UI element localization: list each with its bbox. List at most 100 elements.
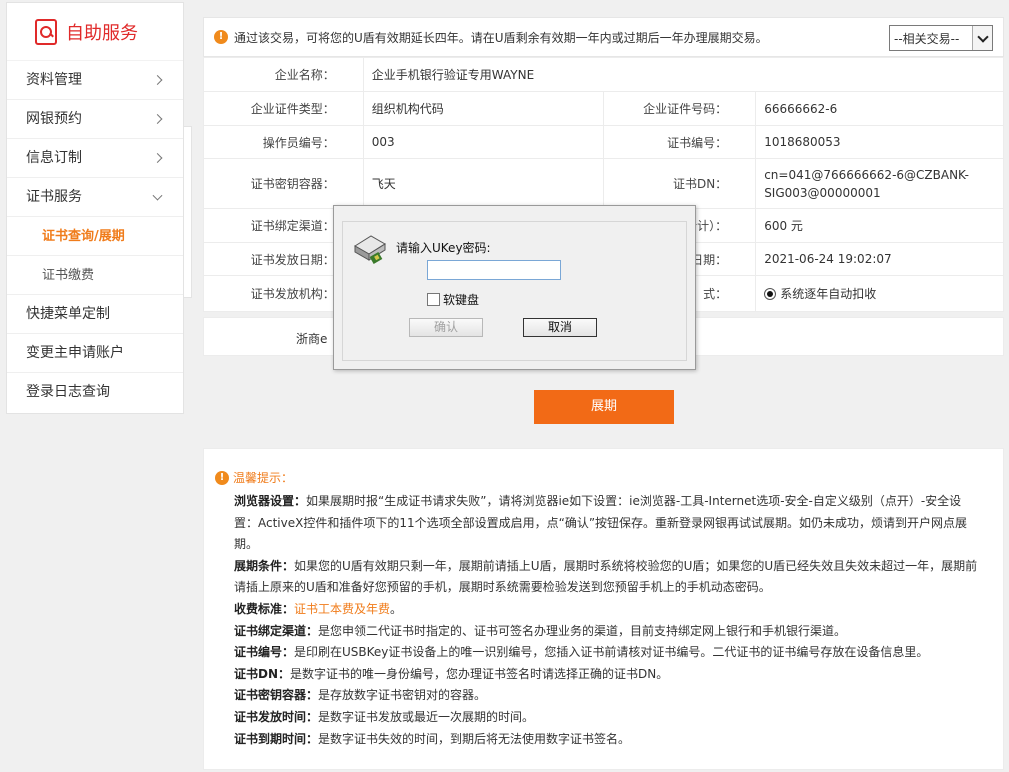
self-service-icon bbox=[35, 18, 57, 45]
sidebar-item-label: 网银预约 bbox=[26, 111, 82, 127]
dn-value-line: SIG003@00000001 bbox=[764, 185, 881, 200]
tip-text: 是数字证书发放或最近一次展期的时间。 bbox=[318, 709, 535, 724]
tip-heading: 证书到期时间： bbox=[234, 731, 319, 746]
table-row: 证书密钥容器： 飞天 证书DN： cn=041@766666662-6@CZBA… bbox=[203, 158, 1004, 209]
tip-text: 是印刷在USBKey证书设备上的唯一识别编号，您插入证书前请核对证书编号。二代证… bbox=[294, 645, 929, 660]
operator-label: 操作员编号： bbox=[203, 125, 364, 159]
cert-id-label: 证书编号： bbox=[603, 125, 757, 159]
tip-expire-time: 证书到期时间：是数字证书失效的时间，到期后将无法使用数字证书签名。 bbox=[234, 729, 982, 751]
sidebar-item-change-account[interactable]: 变更主申请账户 bbox=[7, 334, 183, 373]
tip-heading: 证书绑定渠道： bbox=[234, 623, 319, 638]
chevron-right-icon bbox=[152, 75, 163, 85]
expire-date-value: 2021-06-24 19:02:07 bbox=[755, 242, 1004, 276]
tips-panel: ! 温馨提示： 浏览器设置：如果展期时报“生成证书请求失败”，请将浏览器ie如下… bbox=[203, 448, 1004, 770]
notice-text: 通过该交易，可将您的U盾有效期延长四年。请在U盾剩余有效期一年内或过期后一年办理… bbox=[234, 30, 768, 45]
radio-selected-icon[interactable] bbox=[764, 288, 777, 300]
confirm-button[interactable]: 确认 bbox=[409, 318, 483, 337]
cert-type-label: 企业证件类型： bbox=[203, 91, 364, 126]
tips-body: 浏览器设置：如果展期时报“生成证书请求失败”，请将浏览器ie如下设置：ie浏览器… bbox=[234, 491, 982, 750]
tip-text: 是数字证书的唯一身份编号，您办理证书签名时请选择正确的证书DN。 bbox=[290, 666, 669, 681]
company-name-value: 企业手机银行验证专用WAYNE bbox=[362, 57, 1005, 92]
cert-no-value: 66666662-6 bbox=[755, 91, 1004, 126]
chevron-down-icon[interactable] bbox=[972, 26, 992, 50]
sidebar-item-subscription[interactable]: 信息订制 bbox=[7, 139, 183, 178]
operator-value: 003 bbox=[362, 125, 605, 159]
tip-cert-dn: 证书DN：是数字证书的唯一身份编号，您办理证书签名时请选择正确的证书DN。 bbox=[234, 664, 982, 686]
sidebar-item-label: 资料管理 bbox=[26, 72, 82, 88]
soft-keyboard-checkbox[interactable] bbox=[427, 293, 440, 306]
fee-value: 600 元 bbox=[755, 208, 1004, 243]
tip-issue-time: 证书发放时间：是数字证书发放或最近一次展期的时间。 bbox=[234, 707, 982, 729]
soft-keyboard-label: 软键盘 bbox=[443, 293, 480, 307]
dialog-prompt: 请输入UKey密码: bbox=[396, 241, 491, 255]
sidebar-title: 自助服务 bbox=[66, 22, 138, 44]
tip-binding-channel: 证书绑定渠道：是您申领二代证书时指定的、证书可签名办理业务的渠道，目前支持绑定网… bbox=[234, 621, 982, 643]
sidebar-item-reservation[interactable]: 网银预约 bbox=[7, 100, 183, 139]
tip-heading: 证书编号： bbox=[234, 645, 295, 660]
sidebar-item-label: 快捷菜单定制 bbox=[26, 306, 110, 322]
dialog-body: 请输入UKey密码: 软键盘 确认 取消 bbox=[342, 221, 687, 361]
sidebar-item-profile[interactable]: 资料管理 bbox=[7, 61, 183, 100]
related-trade-select[interactable]: --相关交易-- bbox=[889, 25, 993, 51]
tips-title: 温馨提示： bbox=[233, 471, 294, 485]
dn-value-line: cn=041@766666662-6@CZBANK- bbox=[764, 167, 969, 182]
container-value: 飞天 bbox=[362, 158, 605, 209]
tip-text: 是存放数字证书密钥对的容器。 bbox=[318, 688, 487, 703]
sidebar-item-label: 证书服务 bbox=[26, 189, 82, 205]
table-row: 企业证件类型： 组织机构代码 企业证件号码： 66666662-6 bbox=[203, 91, 1004, 126]
ukey-password-input[interactable] bbox=[427, 260, 561, 280]
tip-browser-settings: 浏览器设置：如果展期时报“生成证书请求失败”，请将浏览器ie如下设置：ie浏览器… bbox=[234, 491, 982, 556]
fee-standard-link[interactable]: 证书工本费及年费 bbox=[294, 602, 390, 616]
info-icon: ! bbox=[215, 470, 229, 485]
sidebar-item-label: 证书缴费 bbox=[42, 268, 95, 283]
company-name-label: 企业名称： bbox=[203, 57, 364, 92]
sidebar-scroll-edge bbox=[184, 126, 192, 298]
notice-bar: ! 通过该交易，可将您的U盾有效期延长四年。请在U盾剩余有效期一年内或过期后一年… bbox=[203, 17, 1004, 57]
tip-text: 如果您的U盾有效期只剩一年，展期前请插上U盾，展期时系统将校验您的U盾；如果您的… bbox=[234, 558, 978, 595]
table-row: 操作员编号： 003 证书编号： 1018680053 bbox=[203, 125, 1004, 159]
tip-text: 是您申领二代证书时指定的、证书可签名办理业务的渠道，目前支持绑定网上银行和手机银… bbox=[318, 623, 847, 638]
info-icon: ! bbox=[214, 30, 228, 44]
tips-header: ! 温馨提示： bbox=[215, 469, 293, 486]
tip-cert-number: 证书编号：是印刷在USBKey证书设备上的唯一识别编号，您插入证书前请核对证书编… bbox=[234, 642, 982, 664]
sidebar-item-label: 信息订制 bbox=[26, 150, 82, 166]
cert-type-value: 组织机构代码 bbox=[362, 91, 605, 126]
pay-method-option[interactable]: 系统逐年自动扣收 bbox=[755, 275, 1004, 312]
container-label: 证书密钥容器： bbox=[203, 158, 364, 209]
sidebar-item-label: 证书查询/展期 bbox=[42, 229, 125, 244]
chevron-right-icon bbox=[152, 153, 163, 163]
usb-key-icon bbox=[354, 235, 386, 264]
dn-value: cn=041@766666662-6@CZBANK- SIG003@000000… bbox=[755, 158, 1004, 209]
tip-heading: 展期条件： bbox=[234, 558, 295, 573]
sidebar-item-cert-query-renew[interactable]: 证书查询/展期 bbox=[7, 217, 192, 256]
tip-heading: 证书DN： bbox=[234, 666, 291, 681]
renew-button[interactable]: 展期 bbox=[534, 390, 674, 424]
tip-renew-conditions: 展期条件：如果您的U盾有效期只剩一年，展期前请插上U盾，展期时系统将校验您的U盾… bbox=[234, 556, 982, 599]
cert-no-label: 企业证件号码： bbox=[603, 91, 757, 126]
sidebar-item-label: 登录日志查询 bbox=[26, 384, 110, 400]
chevron-down-icon bbox=[152, 190, 163, 201]
tip-fee-standard: 收费标准：证书工本费及年费。 bbox=[234, 599, 982, 621]
tip-text: 如果展期时报“生成证书请求失败”，请将浏览器ie如下设置：ie浏览器-工具-In… bbox=[234, 494, 968, 552]
pay-method-option-label: 系统逐年自动扣收 bbox=[780, 287, 877, 301]
tip-text: 。 bbox=[390, 601, 403, 616]
tip-heading: 证书密钥容器： bbox=[234, 688, 319, 703]
sidebar-item-quick-menu[interactable]: 快捷菜单定制 bbox=[7, 295, 183, 334]
tip-heading: 收费标准： bbox=[234, 601, 295, 616]
cert-id-value: 1018680053 bbox=[755, 125, 1004, 159]
tip-key-container: 证书密钥容器：是存放数字证书密钥对的容器。 bbox=[234, 685, 982, 707]
chevron-right-icon bbox=[152, 114, 163, 124]
sidebar-item-cert-fee[interactable]: 证书缴费 bbox=[7, 256, 183, 295]
sidebar-item-login-log[interactable]: 登录日志查询 bbox=[7, 373, 183, 412]
tip-heading: 浏览器设置： bbox=[234, 494, 307, 508]
table-row: 企业名称： 企业手机银行验证专用WAYNE bbox=[203, 57, 1005, 92]
sidebar: 自助服务 资料管理 网银预约 信息订制 证书服务 证书查询/展期 证书缴费 快捷… bbox=[6, 2, 192, 414]
soft-keyboard-toggle[interactable]: 软键盘 bbox=[427, 291, 479, 308]
sidebar-item-cert-service[interactable]: 证书服务 bbox=[7, 178, 183, 217]
sidebar-item-label: 变更主申请账户 bbox=[26, 345, 124, 361]
cancel-button[interactable]: 取消 bbox=[523, 318, 597, 337]
dn-label: 证书DN： bbox=[603, 158, 757, 209]
agreement-text: 浙商e bbox=[296, 332, 328, 346]
sidebar-header: 自助服务 bbox=[7, 3, 183, 61]
tip-heading: 证书发放时间： bbox=[234, 709, 319, 724]
